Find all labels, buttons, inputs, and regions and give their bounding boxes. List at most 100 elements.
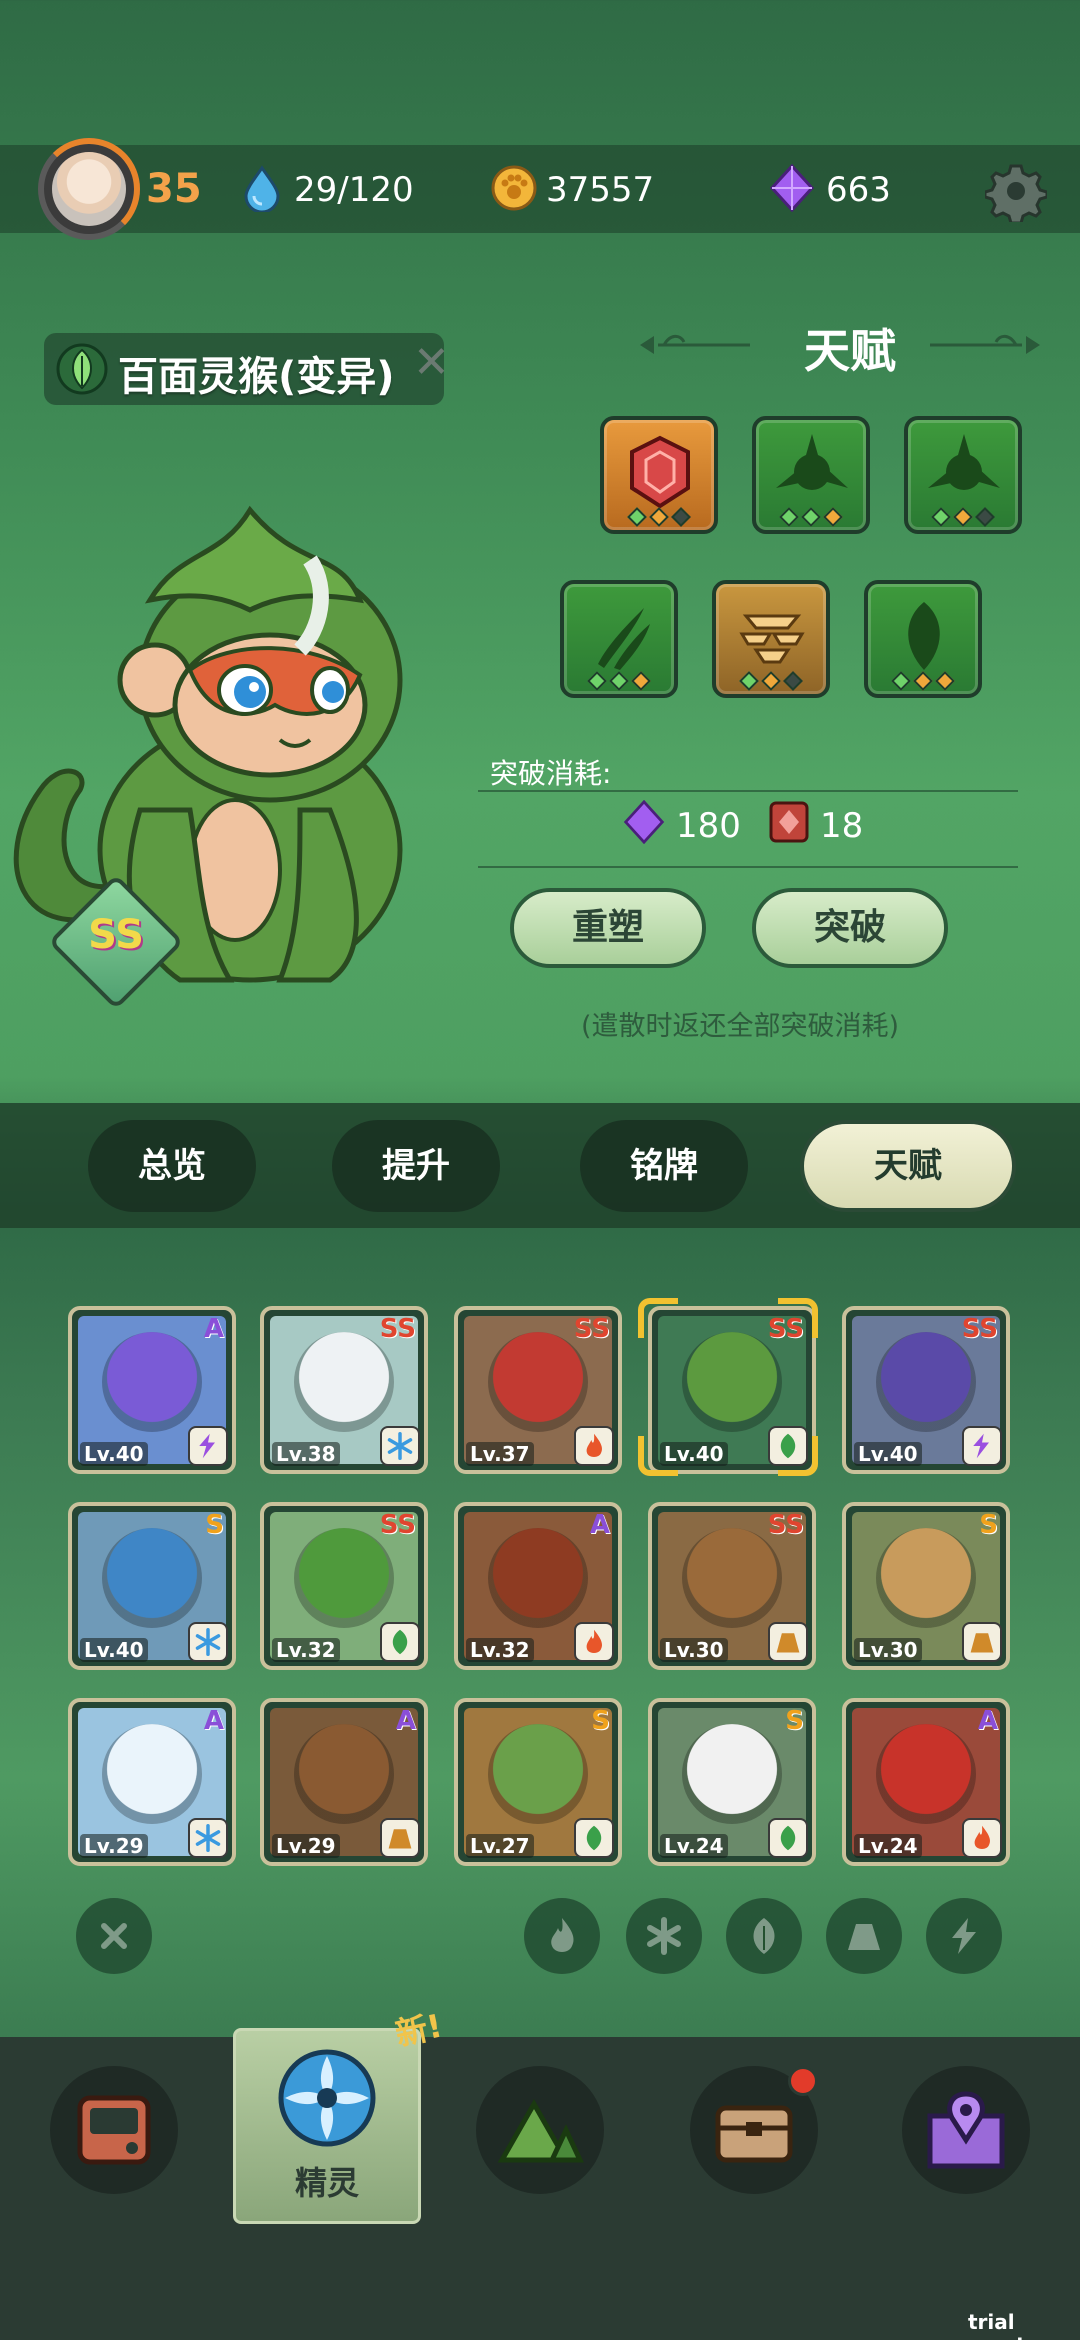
clear-filter-button[interactable] — [76, 1898, 152, 1974]
backpack-icon — [77, 2095, 151, 2165]
tab-overview[interactable]: 总览 — [88, 1120, 256, 1212]
filter-rock[interactable] — [826, 1898, 902, 1974]
breakthrough-item-icon — [769, 801, 809, 843]
reshape-button[interactable]: 重塑 — [510, 888, 706, 968]
nav-adventure[interactable] — [476, 2066, 604, 2194]
pet-portrait — [488, 1528, 588, 1628]
pet-level: Lv.30 — [660, 1638, 728, 1662]
pet-card[interactable]: SS Lv.38 — [260, 1306, 428, 1474]
pet-portrait — [102, 1724, 202, 1824]
rename-icon[interactable]: ✕ — [413, 337, 450, 388]
pet-card[interactable]: SS Lv.30 — [648, 1502, 816, 1670]
breakthrough-button[interactable]: 突破 — [752, 888, 948, 968]
purple-gem-icon — [769, 164, 815, 212]
filter-ice[interactable] — [626, 1898, 702, 1974]
pet-card[interactable]: A Lv.29 — [260, 1698, 428, 1866]
pet-card[interactable]: SS Lv.37 — [454, 1306, 622, 1474]
pet-card[interactable]: S Lv.40 — [68, 1502, 236, 1670]
rank-badge: S — [591, 1706, 610, 1736]
element-badge — [574, 1818, 614, 1858]
pet-card[interactable]: A Lv.32 — [454, 1502, 622, 1670]
pet-level: Lv.24 — [854, 1834, 922, 1858]
blades-talent-icon — [928, 434, 1000, 490]
tab-nameplate[interactable]: 铭牌 — [580, 1120, 748, 1212]
gear-icon[interactable] — [985, 160, 1047, 222]
rank-badge: A — [977, 1706, 998, 1736]
ruby-talent-icon — [630, 435, 690, 509]
close-icon — [101, 1923, 127, 1949]
leaf-element-icon — [56, 343, 108, 395]
element-badge — [962, 1818, 1002, 1858]
filter-fire[interactable] — [524, 1898, 600, 1974]
selection-corner — [638, 1298, 678, 1338]
pet-card[interactable]: A Lv.40 — [68, 1306, 236, 1474]
ornament-right — [930, 334, 1040, 354]
divider — [478, 866, 1018, 868]
rock-icon — [776, 1633, 800, 1653]
pet-card[interactable]: SS Lv.32 — [260, 1502, 428, 1670]
rock-icon — [970, 1633, 994, 1653]
selection-corner — [638, 1436, 678, 1476]
selection-corner — [778, 1298, 818, 1338]
pet-portrait — [682, 1724, 782, 1824]
fire-icon — [586, 1629, 602, 1653]
avatar[interactable] — [52, 152, 126, 226]
talent-slot-6[interactable] — [864, 580, 982, 698]
pet-card[interactable]: S Lv.27 — [454, 1698, 622, 1866]
talent-slot-1[interactable] — [600, 416, 718, 534]
rock-icon — [848, 1924, 880, 1950]
rank-badge: A — [589, 1510, 610, 1540]
snowflake-icon — [647, 1917, 681, 1955]
filter-leaf[interactable] — [726, 1898, 802, 1974]
rock-icon — [388, 1829, 412, 1849]
pet-card[interactable]: A Lv.29 — [68, 1698, 236, 1866]
pet-level: Lv.40 — [854, 1442, 922, 1466]
pet-portrait — [876, 1724, 976, 1824]
spirit-portal-icon — [278, 2049, 376, 2147]
pet-level: Lv.37 — [466, 1442, 534, 1466]
blades-talent-icon — [776, 434, 848, 490]
pet-name: 百面灵猴(变异) — [118, 354, 395, 400]
filter-lightning[interactable] — [926, 1898, 1002, 1974]
talent-slot-4[interactable] — [560, 580, 678, 698]
selection-corner — [778, 1436, 818, 1476]
pet-portrait — [488, 1332, 588, 1432]
pet-card[interactable]: A Lv.24 — [842, 1698, 1010, 1866]
element-badge — [962, 1426, 1002, 1466]
pet-portrait — [102, 1528, 202, 1628]
talent-slot-5[interactable] — [712, 580, 830, 698]
rank-badge: SS — [961, 1314, 998, 1344]
pet-portrait — [294, 1528, 394, 1628]
leaf-icon — [586, 1825, 602, 1851]
tab-talent[interactable]: 天赋 — [800, 1120, 1016, 1212]
pet-level: Lv.38 — [272, 1442, 340, 1466]
rank-badge: SS — [379, 1510, 416, 1540]
map-pin-icon — [927, 2091, 1005, 2169]
pet-card[interactable]: S Lv.30 — [842, 1502, 1010, 1670]
rank-badge: S — [785, 1706, 804, 1736]
element-badge — [380, 1622, 420, 1662]
breakthrough-cost-label: 突破消耗: — [490, 757, 612, 790]
pet-portrait — [876, 1332, 976, 1432]
rank-badge: A — [203, 1706, 224, 1736]
element-badge — [962, 1622, 1002, 1662]
nav-backpack[interactable] — [50, 2066, 178, 2194]
chest-icon — [715, 2105, 793, 2163]
pet-level: Lv.32 — [272, 1638, 340, 1662]
pet-level: Lv.30 — [854, 1638, 922, 1662]
element-badge — [574, 1426, 614, 1466]
pet-card[interactable]: S Lv.24 — [648, 1698, 816, 1866]
energy-value: 29/120 — [294, 170, 414, 210]
claw-talent-icon — [598, 608, 650, 670]
purple-gem-icon — [623, 800, 665, 844]
nav-spirits-label: 精灵 — [294, 2164, 359, 2202]
fire-icon — [586, 1433, 602, 1457]
leaf-icon — [780, 1825, 796, 1851]
talent-slot-2[interactable] — [752, 416, 870, 534]
pet-card[interactable]: SS Lv.40 — [842, 1306, 1010, 1474]
talent-slot-3[interactable] — [904, 416, 1022, 534]
lightning-icon — [973, 1433, 989, 1459]
nav-map[interactable] — [902, 2066, 1030, 2194]
tab-upgrade[interactable]: 提升 — [332, 1120, 500, 1212]
fire-icon — [974, 1825, 990, 1849]
